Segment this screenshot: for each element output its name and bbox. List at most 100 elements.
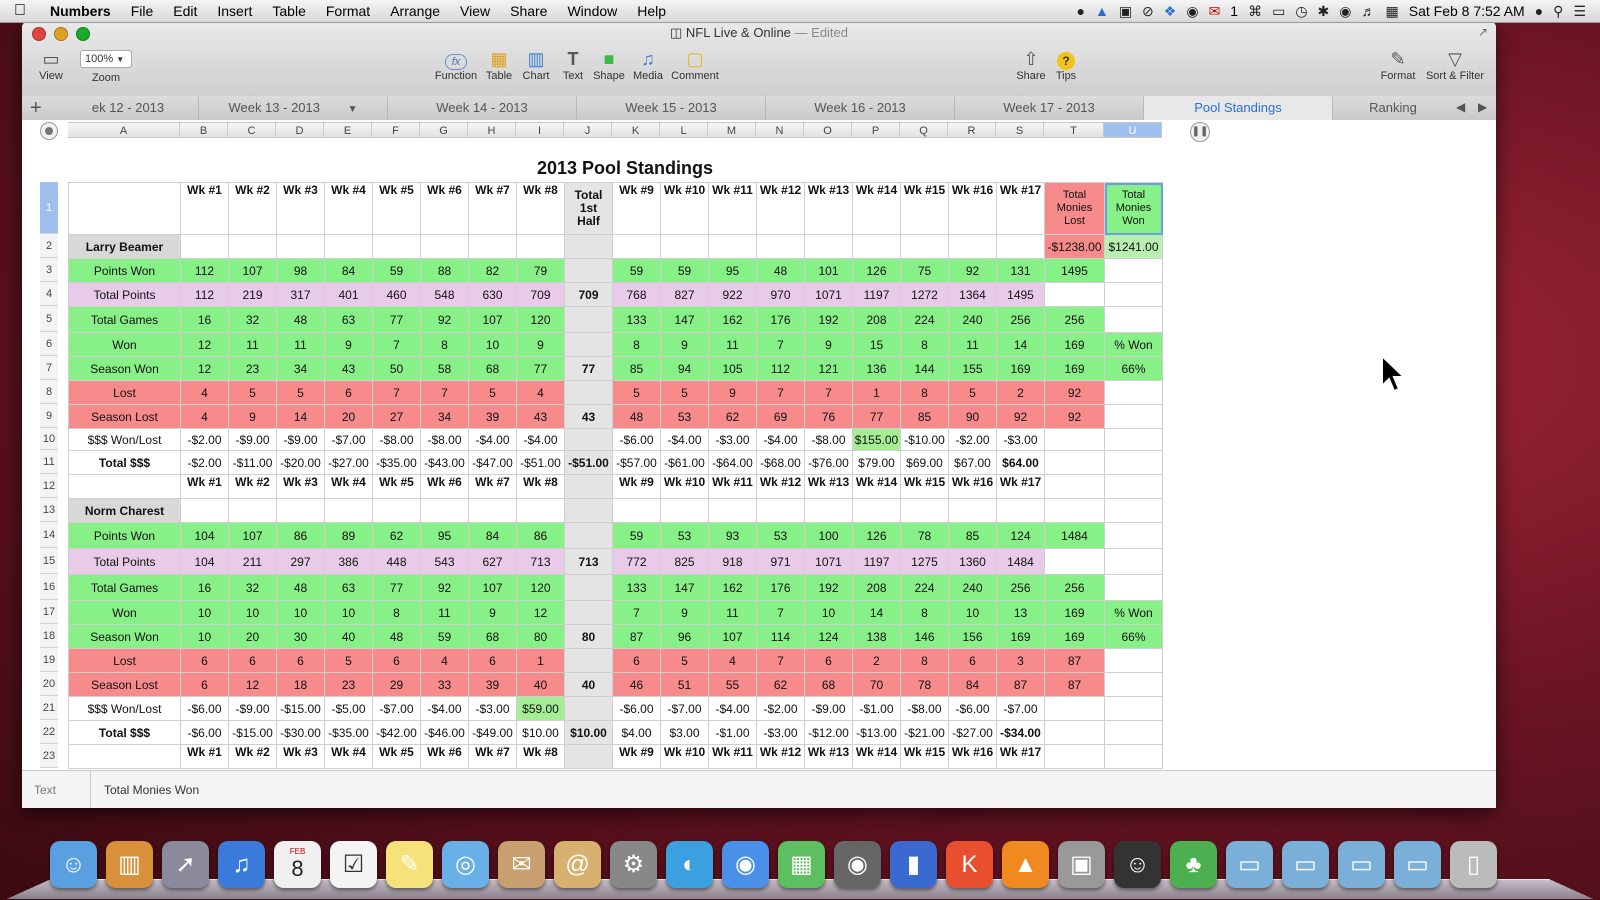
evernote-helper-icon[interactable]: ● [1076, 3, 1084, 19]
value-cell[interactable]: -$8.00 [804, 428, 853, 451]
value-cell[interactable]: 100 [804, 522, 853, 549]
row-label[interactable]: Season Won [68, 624, 181, 649]
value-cell[interactable]: 6 [612, 648, 661, 673]
value-cell[interactable]: 16 [180, 574, 229, 601]
formula-text[interactable]: Total Monies Won [104, 783, 199, 797]
value-cell[interactable]: 6 [948, 648, 997, 673]
value-cell[interactable]: -$7.00 [324, 428, 373, 451]
value-cell[interactable]: -$34.00 [996, 720, 1045, 745]
applications-folder-icon[interactable]: ▭ [1226, 841, 1273, 888]
week-header[interactable]: Wk #3 [276, 182, 325, 235]
value-cell[interactable]: 8 [900, 332, 949, 357]
value-cell[interactable]: 448 [372, 548, 421, 575]
value-cell[interactable]: 4 [516, 380, 565, 405]
value-cell[interactable]: 5 [948, 380, 997, 405]
column-header[interactable]: O [804, 122, 852, 138]
total-monies-won-header[interactable]: Total Monies Won [1104, 182, 1163, 235]
value-cell[interactable]: 11 [708, 332, 757, 357]
value-cell[interactable]: 120 [516, 306, 565, 333]
menu-help[interactable]: Help [627, 3, 676, 19]
value-cell[interactable]: 124 [996, 522, 1045, 549]
value-cell[interactable]: 5 [660, 648, 709, 673]
week-header[interactable]: Wk #13 [804, 744, 853, 769]
value-cell[interactable]: 84 [324, 258, 373, 283]
value-cell[interactable]: 18 [276, 672, 325, 697]
total-monies-won-cell[interactable] [1104, 450, 1163, 475]
reminders-icon[interactable]: ☑ [330, 841, 377, 888]
launchpad-icon[interactable]: ➚ [162, 841, 209, 888]
week-header[interactable]: Wk #17 [996, 182, 1045, 235]
week-header[interactable]: Wk #7 [468, 744, 517, 769]
value-cell[interactable]: $155.00 [852, 428, 901, 451]
value-cell[interactable]: 825 [660, 548, 709, 575]
value-cell[interactable]: 918 [708, 548, 757, 575]
bluetooth-icon[interactable]: ✱ [1318, 3, 1330, 20]
week-header[interactable]: Wk #4 [324, 744, 373, 769]
total-first-half-cell[interactable] [564, 234, 613, 259]
value-cell[interactable]: -$9.00 [228, 428, 277, 451]
drive-icon[interactable]: ▲ [1095, 3, 1109, 19]
value-cell[interactable]: 317 [276, 282, 325, 307]
value-cell[interactable]: 630 [468, 282, 517, 307]
row-header[interactable]: 7 [40, 356, 58, 380]
total-monies-won-cell[interactable] [1104, 522, 1163, 549]
value-cell[interactable]: 48 [756, 258, 805, 283]
value-cell[interactable]: $59.00 [516, 696, 565, 721]
value-cell[interactable]: 77 [516, 356, 565, 381]
value-cell[interactable]: 27 [372, 404, 421, 429]
row-label[interactable]: Lost [68, 380, 181, 405]
row-label[interactable]: Season Lost [68, 672, 181, 697]
value-cell[interactable]: 627 [468, 548, 517, 575]
table-cell[interactable] [900, 498, 949, 523]
week-header[interactable]: Wk #8 [516, 744, 565, 769]
total-monies-lost-cell[interactable]: 169 [1044, 624, 1105, 649]
total-monies-won-cell[interactable] [1104, 574, 1163, 601]
value-cell[interactable]: 112 [180, 282, 229, 307]
row-header[interactable]: 1 [40, 182, 58, 234]
wifi-icon[interactable]: ◉ [1339, 3, 1351, 20]
week-header[interactable]: Wk #2 [228, 474, 277, 499]
row-label[interactable]: Points Won [68, 522, 181, 549]
notification-center-icon[interactable]: ☰ [1573, 3, 1586, 20]
value-cell[interactable]: 1197 [852, 548, 901, 575]
menu-table[interactable]: Table [262, 3, 315, 19]
total-first-half-value[interactable]: 713 [564, 548, 613, 575]
value-cell[interactable]: 10 [804, 600, 853, 625]
week-header[interactable]: Wk #5 [372, 474, 421, 499]
week-header[interactable]: Wk #5 [372, 744, 421, 769]
tab-pool-standings[interactable]: Pool Standings [1144, 96, 1333, 120]
spotlight-icon[interactable]: ⚲ [1553, 3, 1563, 20]
tab-week-12[interactable]: ek 12 - 2013 [58, 96, 199, 120]
evernote-icon[interactable]: ♣ [1170, 841, 1217, 888]
row-header[interactable]: 2 [40, 234, 58, 258]
row-header[interactable]: 23 [40, 744, 58, 768]
value-cell[interactable]: 7 [756, 332, 805, 357]
value-cell[interactable]: 5 [324, 648, 373, 673]
value-cell[interactable]: 10 [180, 600, 229, 625]
value-cell[interactable]: 79 [516, 258, 565, 283]
week-header[interactable]: Wk #5 [372, 182, 421, 235]
value-cell[interactable]: 15 [852, 332, 901, 357]
media-button[interactable]: ♫ Media [632, 48, 664, 82]
table-cell[interactable] [804, 498, 853, 523]
value-cell[interactable]: 23 [324, 672, 373, 697]
total-monies-won-cell[interactable]: % Won [1104, 600, 1163, 625]
value-cell[interactable]: 62 [756, 672, 805, 697]
value-cell[interactable]: 95 [708, 258, 757, 283]
value-cell[interactable]: 12 [228, 672, 277, 697]
row-label[interactable]: $$$ Won/Lost [68, 428, 181, 451]
total-monies-lost-cell[interactable] [1044, 548, 1105, 575]
kindle-icon[interactable]: K [946, 841, 993, 888]
value-cell[interactable]: 10 [948, 600, 997, 625]
value-cell[interactable]: 62 [708, 404, 757, 429]
table-cell[interactable] [996, 498, 1045, 523]
value-cell[interactable]: 33 [420, 672, 469, 697]
table-cell[interactable] [1104, 498, 1163, 523]
value-cell[interactable]: 104 [180, 548, 229, 575]
value-cell[interactable]: 16 [180, 306, 229, 333]
table-cell[interactable] [996, 234, 1045, 259]
total-monies-won-cell[interactable] [1104, 720, 1163, 745]
total-first-half-value[interactable] [564, 380, 613, 405]
value-cell[interactable]: 1 [852, 380, 901, 405]
value-cell[interactable]: 9 [516, 332, 565, 357]
